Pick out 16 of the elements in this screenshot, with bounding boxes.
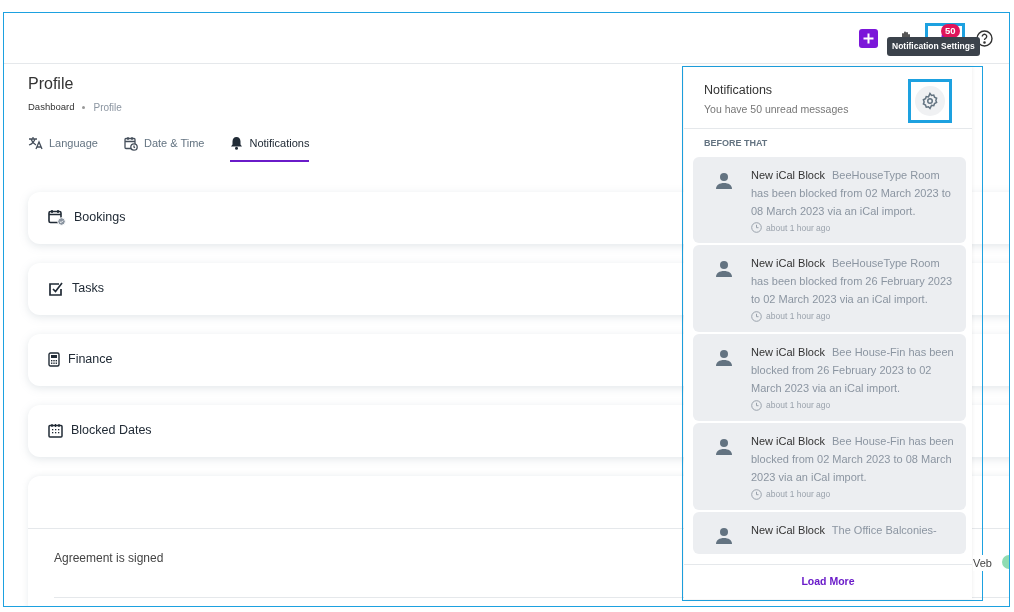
count-badge: 50 bbox=[941, 24, 960, 38]
page-title: Profile bbox=[28, 74, 74, 94]
panel-title: Notifications bbox=[704, 82, 774, 99]
section-heading: BEFORE THAT bbox=[703, 137, 769, 150]
column-text: Veb bbox=[973, 554, 992, 571]
setting-label: Agreement is signed bbox=[54, 549, 164, 567]
section-title: Finance bbox=[68, 351, 113, 369]
breadcrumb-current: Profile bbox=[93, 101, 122, 115]
timestamp: about 1 hour ago bbox=[766, 487, 831, 501]
panel-subtitle: You have 50 unread messages bbox=[704, 101, 850, 117]
section-title: Bookings bbox=[74, 209, 126, 227]
section-title: Tasks bbox=[72, 280, 104, 298]
timestamp: about 1 hour ago bbox=[766, 221, 831, 235]
tooltip: Notification Settings bbox=[887, 37, 980, 56]
notification-text: New iCal Block The Office Balconies- bbox=[751, 522, 937, 538]
section-title: Blocked Dates bbox=[71, 422, 152, 440]
